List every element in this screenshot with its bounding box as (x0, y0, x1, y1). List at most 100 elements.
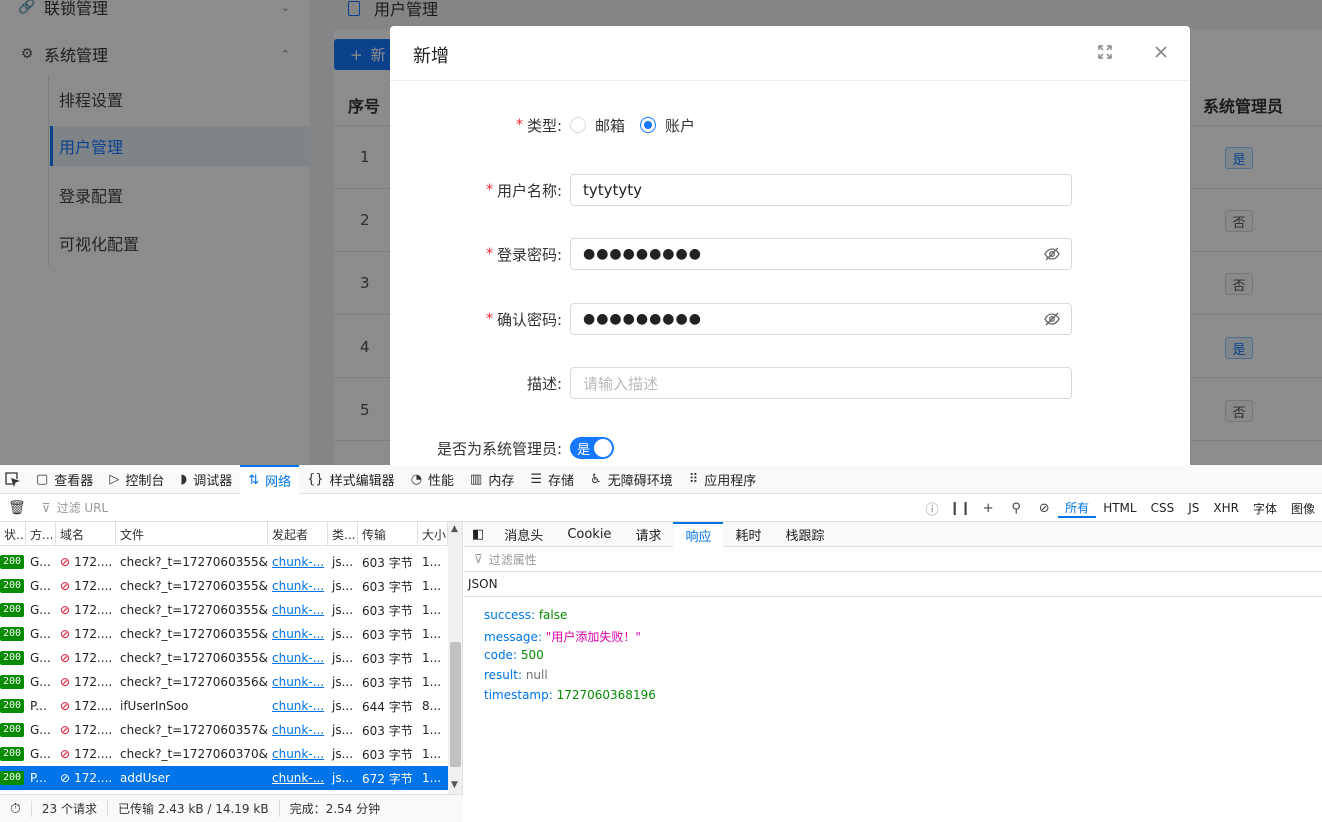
request-row[interactable]: 200 G... ⊘172.... check?_t=1727060355&tablc… (0, 646, 448, 670)
tab-network[interactable]: ⇅ 网络 (240, 464, 300, 494)
tab-debugger[interactable]: ◗ 调试器 (172, 465, 240, 494)
status-code-badge: 200 (0, 579, 25, 593)
request-row[interactable]: 200 P... ⊘ 172.... addUser chunk-... js... 672 … (0, 766, 448, 790)
close-icon[interactable] (1153, 44, 1169, 64)
tab-inspector[interactable]: ▢ 查看器 (28, 465, 101, 494)
element-picker-icon[interactable] (0, 465, 28, 494)
insecure-connection-icon: ⊘ (60, 771, 71, 785)
description-input[interactable]: 请输入描述 (570, 367, 1072, 399)
request-cell-initiator[interactable]: chunk-... (268, 646, 328, 670)
request-row[interactable]: 200 G... ⊘172.... check?_t=1727060355&tablc… (0, 622, 448, 646)
json-key: timestamp (484, 688, 549, 702)
detail-tab-request[interactable]: 请求 (623, 522, 673, 547)
scroll-down-icon[interactable]: ▼ (451, 780, 458, 790)
url-filter-input[interactable]: 过滤 URL (57, 499, 109, 516)
tab-performance[interactable]: ◔ 性能 (403, 465, 462, 494)
request-list-scrollbar[interactable]: ▲ ▼ (448, 522, 462, 794)
request-cell-initiator[interactable]: chunk-... (268, 598, 328, 622)
filter-xhr[interactable]: XHR (1206, 498, 1246, 518)
filter-all[interactable]: 所有 (1058, 498, 1097, 518)
status-code-badge: 200 (0, 555, 25, 569)
property-filter[interactable]: ⊽ 过滤属性 (464, 547, 1322, 572)
request-cell-domain: ⊘ 172.... (56, 718, 116, 742)
search-icon[interactable]: ⚲ (1002, 501, 1030, 516)
request-cell-initiator[interactable]: chunk-... (268, 742, 328, 766)
panel-toggle-icon[interactable]: ◧ (464, 522, 492, 547)
request-row[interactable]: 200 G... ⊘172.... check?_t=1727060355&tablc… (0, 550, 448, 574)
tab-label: 应用程序 (704, 473, 757, 489)
tab-console[interactable]: ▷ 控制台 (101, 465, 172, 494)
trash-icon[interactable]: 🗑 (8, 500, 26, 516)
username-label: * 用户名称: (486, 174, 562, 206)
request-row[interactable]: 200 G... ⊘172.... check?_t=1727060355&tablc… (0, 574, 448, 598)
block-icon[interactable]: ⊘ (1030, 501, 1058, 516)
status-code-badge: 200 (0, 651, 25, 665)
filter-html[interactable]: HTML (1096, 498, 1143, 518)
request-cell-status: 200 (0, 598, 26, 622)
confirm-password-input[interactable]: ●●●●●●●●● (570, 303, 1072, 335)
filter-js[interactable]: JS (1181, 498, 1206, 518)
detail-tab-cookie[interactable]: Cookie (555, 522, 623, 547)
radio-email[interactable]: 邮箱 (570, 109, 625, 141)
json-section-header[interactable]: JSON (464, 572, 1322, 597)
admin-toggle[interactable]: 是 (570, 437, 614, 459)
column-method[interactable]: 方... (26, 522, 56, 546)
request-row[interactable]: 200 G... ⊘172.... check?_t=1727060357&tablc… (0, 718, 448, 742)
detail-tab-timings[interactable]: 耗时 (723, 522, 773, 547)
request-cell-initiator[interactable]: chunk-... (268, 718, 328, 742)
username-input[interactable]: tytytyty (570, 174, 1072, 206)
pause-icon[interactable]: ❙❙ (946, 501, 974, 516)
eye-slash-icon[interactable] (1043, 245, 1061, 263)
column-file[interactable]: 文件 (116, 522, 268, 546)
property-filter-input[interactable]: 过滤属性 (489, 551, 537, 568)
fullscreen-icon[interactable] (1097, 44, 1113, 64)
scroll-up-icon[interactable]: ▲ (451, 524, 458, 534)
tab-accessibility[interactable]: ♿ 无障碍环境 (582, 465, 681, 494)
help-icon[interactable]: ⓘ (918, 499, 946, 518)
request-cell-initiator[interactable]: chunk-... (268, 550, 328, 574)
request-cell-initiator[interactable]: chunk-... (268, 766, 328, 790)
tab-memory[interactable]: ▥ 内存 (462, 465, 522, 494)
column-status[interactable]: 状... (0, 522, 26, 546)
request-cell-method: G... (30, 651, 51, 665)
request-cell-initiator[interactable]: chunk-... (268, 574, 328, 598)
request-detail-panel: ◧ 消息头 Cookie 请求 响应 耗时 栈跟踪 ⊽ 过滤属性 JSON su… (464, 521, 1322, 822)
scroll-thumb[interactable] (450, 642, 461, 767)
detail-tab-stack-trace[interactable]: 栈跟踪 (773, 522, 836, 547)
timer-icon[interactable]: ⏱ (0, 800, 32, 817)
password-input[interactable]: ●●●●●●●●● (570, 238, 1072, 270)
detail-tab-response[interactable]: 响应 (673, 521, 724, 547)
request-cell-file: check?_t=1727060355&tabl (120, 579, 268, 593)
request-cell-type: js... (332, 723, 354, 737)
column-initiator[interactable]: 发起者 (268, 522, 328, 546)
detail-tab-headers[interactable]: 消息头 (492, 522, 555, 547)
confirm-label-text: 确认密码: (496, 310, 562, 329)
column-size[interactable]: 大小 (418, 522, 448, 546)
request-row[interactable]: 200 G... ⊘172.... check?_t=1727060370&tablc… (0, 742, 448, 766)
request-cell-initiator[interactable]: chunk-... (268, 622, 328, 646)
plus-icon[interactable]: + (974, 501, 1002, 516)
request-row[interactable]: 200 G... ⊘172.... check?_t=1727060356&tablc… (0, 670, 448, 694)
request-row[interactable]: 200 P... ⊘ 172.... ifUserInSoo chunk-... js...… (0, 694, 448, 718)
column-type[interactable]: 类... (328, 522, 358, 546)
request-row[interactable]: 200 G... ⊘172.... check?_t=1727060355&tablc… (0, 598, 448, 622)
tab-label: 存储 (548, 473, 575, 489)
filter-fonts[interactable]: 字体 (1246, 498, 1284, 518)
status-code-badge: 200 (0, 723, 25, 737)
column-domain[interactable]: 域名 (56, 522, 116, 546)
filter-images[interactable]: 图像 (1284, 498, 1322, 518)
radio-account[interactable]: 账户 (640, 109, 695, 141)
request-cell-initiator[interactable]: chunk-... (268, 694, 328, 718)
tab-label: 网络 (265, 474, 292, 490)
eye-slash-icon[interactable] (1043, 310, 1061, 328)
tab-application[interactable]: ⠿ 应用程序 (681, 465, 765, 494)
tab-storage[interactable]: ☰ 存储 (522, 465, 582, 494)
request-cell-status: 200 (0, 574, 26, 598)
style-editor-icon: {} (307, 471, 324, 487)
filter-css[interactable]: CSS (1144, 498, 1182, 518)
url-filter[interactable]: 🗑 ⊽ 过滤 URL (0, 499, 108, 516)
request-cell-size: 8... (422, 699, 442, 713)
request-cell-initiator[interactable]: chunk-... (268, 670, 328, 694)
column-transfer[interactable]: 传输 (358, 522, 418, 546)
tab-style-editor[interactable]: {} 样式编辑器 (299, 465, 403, 494)
